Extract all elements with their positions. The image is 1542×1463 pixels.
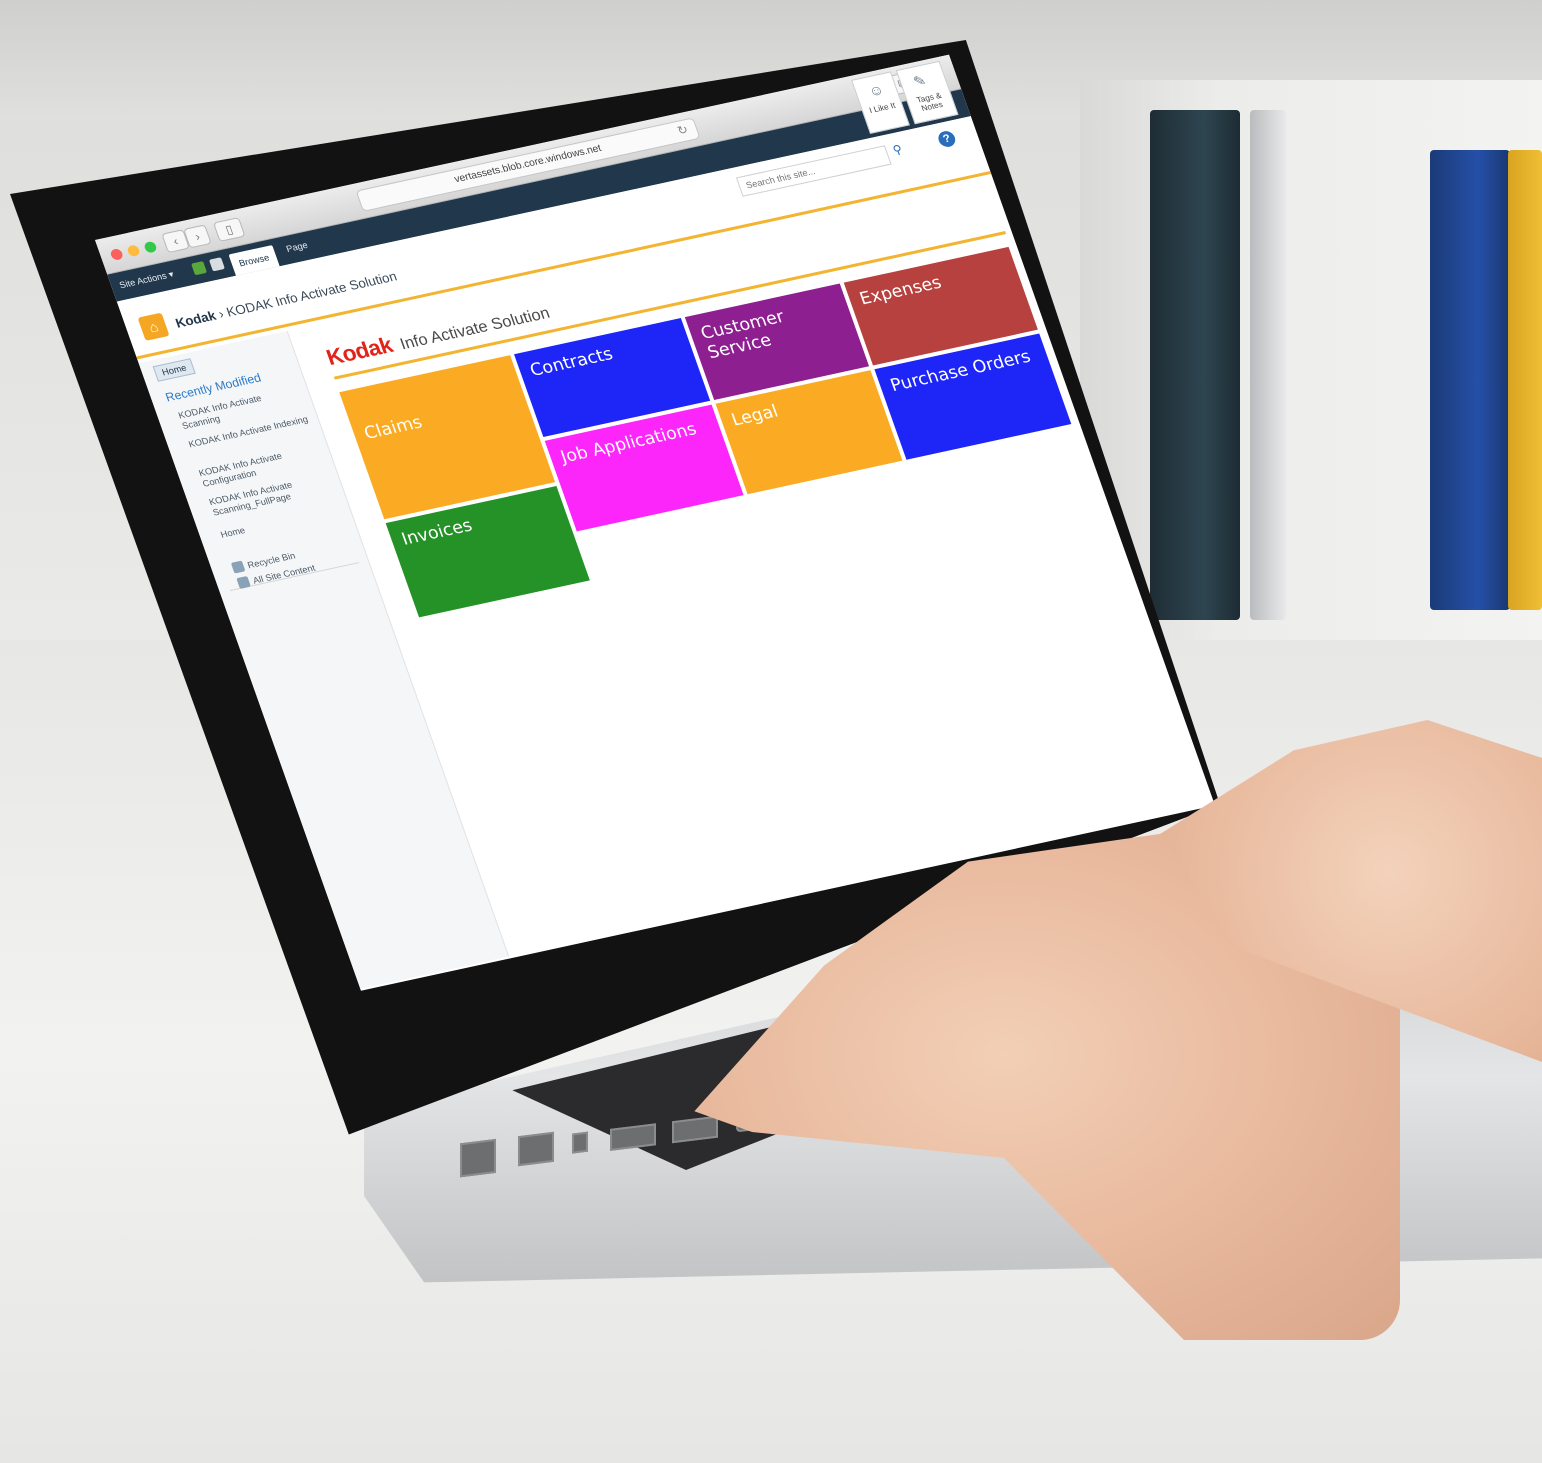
tag-icon: ✎: [911, 71, 929, 90]
tags-notes-label: Tags & Notes: [915, 90, 944, 114]
tab-page[interactable]: Page: [285, 240, 309, 254]
i-like-it-label: I Like It: [867, 100, 897, 116]
breadcrumb-site[interactable]: Kodak: [173, 308, 218, 331]
background-binder: [1250, 110, 1286, 620]
search-icon[interactable]: ⚲: [891, 142, 905, 157]
zoom-window-icon[interactable]: [143, 240, 158, 254]
site-content-icon: [236, 575, 251, 589]
help-icon[interactable]: ?: [936, 129, 958, 149]
site-logo-icon[interactable]: ⌂: [137, 312, 170, 341]
tile-label: Legal: [728, 401, 781, 431]
tile-label: Contracts: [527, 344, 616, 381]
nav-home-tab[interactable]: Home: [152, 358, 196, 382]
tile-label: Claims: [361, 412, 426, 444]
recycle-bin-icon: [230, 560, 246, 574]
breadcrumb-page: KODAK Info Activate Solution: [224, 268, 399, 320]
background-binder: [1150, 110, 1240, 620]
edit-page-icon[interactable]: [191, 261, 208, 276]
site-actions-menu[interactable]: Site Actions ▾: [118, 269, 175, 291]
kodak-logo: Kodak: [322, 332, 396, 371]
thumbs-up-icon: ☺: [866, 80, 886, 100]
navigate-up-icon[interactable]: [208, 257, 225, 272]
tile-label: Expenses: [857, 272, 945, 310]
minimize-window-icon[interactable]: [126, 244, 141, 258]
background-binder: [1508, 150, 1542, 610]
tile-label: Invoices: [398, 515, 475, 550]
tile-label: Customer Service: [698, 306, 787, 364]
close-window-icon[interactable]: [109, 247, 125, 261]
background-binder: [1430, 150, 1510, 610]
sidebar-icon[interactable]: ▯: [212, 217, 246, 242]
